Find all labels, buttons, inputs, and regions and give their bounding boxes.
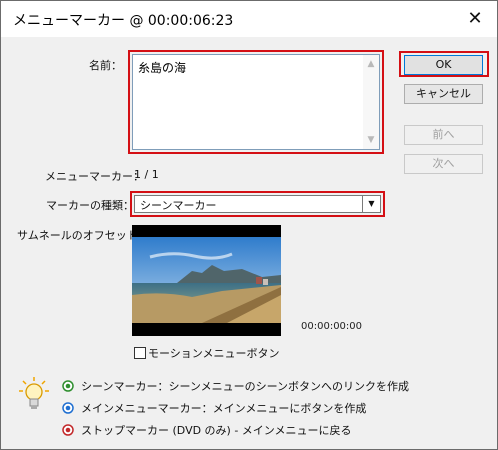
legend-stop-marker: ストップマーカー (DVD のみ) - メインメニューに戻る: [81, 424, 352, 437]
thumbnail-offset-label: サムネールのオフセット：: [17, 229, 149, 242]
menu-marker-label: メニューマーカー：: [45, 170, 144, 183]
main-menu-marker-icon: [62, 402, 74, 414]
name-textarea[interactable]: 糸島の海 ▲ ▼: [132, 54, 380, 150]
marker-type-select[interactable]: シーンマーカー ▼: [134, 195, 381, 213]
menu-marker-dialog: メニューマーカー @ 00:00:06:23 ✕ 名前： 糸島の海 ▲ ▼ OK…: [0, 0, 498, 450]
thumbnail-scene-icon: [132, 225, 281, 336]
thumbnail-timecode: 00:00:00:00: [301, 321, 363, 332]
stop-marker-icon: [62, 424, 74, 436]
prev-button[interactable]: 前へ: [404, 125, 483, 145]
name-text: 糸島の海: [138, 61, 187, 75]
title-bar: メニューマーカー @ 00:00:06:23 ✕: [1, 1, 497, 37]
textarea-scrollbar[interactable]: ▲ ▼: [363, 55, 379, 149]
marker-type-value: シーンマーカー: [140, 199, 217, 212]
scene-marker-icon: [62, 380, 74, 392]
legend-main-menu-marker: メインメニューマーカー：メインメニューにボタンを作成: [81, 402, 367, 415]
cancel-button[interactable]: キャンセル: [404, 84, 483, 104]
ok-button[interactable]: OK: [404, 55, 483, 75]
scroll-up-icon[interactable]: ▲: [366, 59, 376, 69]
menu-marker-count: 1 / 1: [134, 168, 159, 181]
marker-type-label: マーカーの種類：: [46, 199, 134, 212]
lightbulb-icon: [19, 377, 49, 409]
motion-menu-label[interactable]: モーションメニューボタン: [148, 345, 279, 361]
thumbnail-image[interactable]: [132, 225, 281, 336]
motion-menu-checkbox[interactable]: [134, 347, 146, 359]
scroll-down-icon[interactable]: ▼: [366, 135, 376, 145]
legend-scene-marker: シーンマーカー：シーンメニューのシーンボタンへのリンクを作成: [81, 380, 410, 393]
next-button[interactable]: 次へ: [404, 154, 483, 174]
close-icon[interactable]: ✕: [461, 5, 489, 33]
chevron-down-icon[interactable]: ▼: [362, 196, 380, 212]
name-label: 名前：: [89, 59, 122, 72]
window-title: メニューマーカー @ 00:00:06:23: [13, 13, 234, 29]
